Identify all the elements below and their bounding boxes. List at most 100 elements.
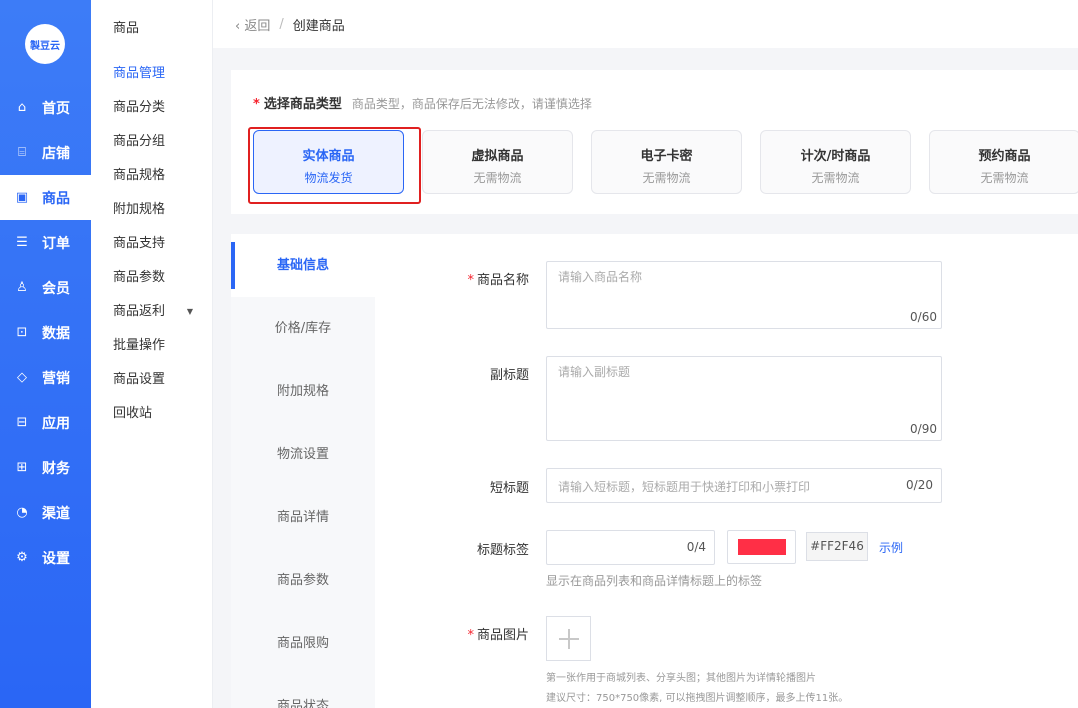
secondary-nav-label: 商品参数: [113, 270, 166, 285]
product-type-subtitle: 无需物流: [980, 171, 1029, 185]
primary-nav-label: 应用: [42, 415, 70, 432]
product-type-option[interactable]: 电子卡密 无需物流: [591, 130, 742, 194]
product-type-option[interactable]: 预约商品 无需物流: [929, 130, 1078, 194]
breadcrumb: ‹ 返回 / 创建商品: [213, 0, 1078, 48]
secondary-nav: 商品管理商品分类商品分组商品规格附加规格商品支持商品参数商品返利 ▼ 批量操作商品设…: [91, 57, 213, 431]
primary-nav-item[interactable]: ⌂ 首页: [0, 85, 91, 130]
primary-nav-item[interactable]: ⊞ 财务: [0, 445, 91, 490]
primary-nav-label: 渠道: [42, 505, 70, 522]
product-type-subtitle: 无需物流: [473, 171, 522, 185]
product-type-hint: 商品类型，商品保存后无法修改，请谨慎选择: [351, 97, 592, 111]
subtitle-input[interactable]: 请输入副标题 0/90: [546, 356, 942, 441]
form-tab[interactable]: 物流设置: [231, 423, 375, 486]
primary-nav-item[interactable]: ☰ 订单: [0, 220, 91, 265]
primary-nav-label: 财务: [42, 460, 70, 477]
short-title-counter: 0/20: [906, 478, 933, 492]
secondary-nav-item[interactable]: 商品规格: [91, 159, 213, 193]
form-tab[interactable]: 价格/库存: [231, 297, 375, 360]
secondary-nav-item[interactable]: 回收站: [91, 397, 213, 431]
back-link[interactable]: ‹ 返回: [235, 15, 270, 34]
primary-nav-label: 营销: [42, 370, 70, 387]
short-title-label: 短标题: [489, 481, 529, 496]
product-name-input[interactable]: 请输入商品名称 0/60: [546, 261, 942, 329]
primary-nav-item[interactable]: ◔ 渠道: [0, 490, 91, 535]
form-tab[interactable]: 商品限购: [231, 612, 375, 675]
secondary-nav-label: 商品规格: [113, 168, 166, 183]
tag-color-swatch: [738, 539, 786, 555]
subtitle-counter: 0/90: [910, 422, 937, 436]
product-type-label: 选择商品类型: [263, 97, 342, 112]
finance-icon: ⊞: [16, 460, 28, 475]
breadcrumb-current: 创建商品: [292, 18, 345, 34]
primary-nav-item[interactable]: ◇ 营销: [0, 355, 91, 400]
secondary-nav-item[interactable]: 商品支持: [91, 227, 213, 261]
primary-nav-item[interactable]: ▣ 商品: [0, 175, 91, 220]
product-name-counter: 0/60: [910, 310, 937, 324]
shop-icon: ⌸: [18, 145, 26, 160]
secondary-nav-label: 商品管理: [113, 66, 166, 81]
goods-icon: ▣: [15, 190, 29, 205]
breadcrumb-separator: /: [279, 16, 284, 32]
secondary-nav-label: 附加规格: [113, 202, 166, 217]
primary-nav-label: 商品: [42, 190, 70, 207]
secondary-nav-label: 商品分组: [113, 134, 166, 149]
tag-color-hex: #FF2F46: [806, 532, 868, 561]
required-mark: *: [253, 97, 260, 112]
order-icon: ☰: [16, 235, 28, 250]
brand-logo[interactable]: 製豆云: [25, 24, 65, 64]
home-icon: ⌂: [17, 100, 27, 115]
secondary-nav-label: 回收站: [113, 406, 153, 421]
form-tab[interactable]: 附加规格: [231, 360, 375, 423]
form-tab[interactable]: 商品详情: [231, 486, 375, 549]
primary-sidebar: 製豆云 ⌂ 首页 ⌸ 店铺 ▣ 商品 ☰ 订单 ♙ 会员 ⊡ 数据 ◇ 营销 ⊟ 应用 ⊞ 财务 ◔ 渠道 ⚙ 设置: [0, 0, 91, 708]
title-tag-input[interactable]: 0/4: [546, 530, 715, 565]
secondary-nav-label: 批量操作: [113, 338, 166, 353]
product-type-option[interactable]: 计次/时商品 无需物流: [760, 130, 911, 194]
product-image-label: * 商品图片: [467, 628, 529, 643]
secondary-nav-item[interactable]: 批量操作: [91, 329, 213, 363]
secondary-nav-item[interactable]: 附加规格: [91, 193, 213, 227]
secondary-nav-item[interactable]: 商品设置: [91, 363, 213, 397]
image-upload-button[interactable]: [546, 616, 591, 661]
form-tab[interactable]: 商品参数: [231, 549, 375, 612]
channel-icon: ◔: [16, 505, 28, 520]
product-type-option[interactable]: 虚拟商品 无需物流: [422, 130, 573, 194]
primary-nav-label: 数据: [42, 325, 70, 342]
tag-color-picker[interactable]: [727, 530, 796, 564]
chevron-left-icon: ‹: [235, 18, 245, 34]
product-type-subtitle: 无需物流: [811, 171, 860, 185]
primary-nav-item[interactable]: ⊟ 应用: [0, 400, 91, 445]
primary-nav-item[interactable]: ⊡ 数据: [0, 310, 91, 355]
subtitle-label: 副标题: [489, 368, 529, 383]
product-type-subtitle: 物流发货: [304, 171, 353, 185]
secondary-nav-item[interactable]: 商品管理: [91, 57, 213, 91]
secondary-nav-label: 商品设置: [113, 372, 166, 387]
secondary-nav-label: 商品分类: [113, 100, 166, 115]
image-hint-2: 建议尺寸：750*750像素, 可以拖拽图片调整顺序，最多上传11张。: [546, 693, 849, 704]
title-tag-counter: 0/4: [686, 540, 706, 554]
title-tag-hint: 显示在商品列表和商品详情标题上的标签: [546, 574, 763, 588]
primary-nav-item[interactable]: ⚙ 设置: [0, 535, 91, 580]
tag-icon: ◇: [17, 370, 27, 385]
product-type-title: 预约商品: [978, 149, 1031, 164]
primary-nav-item[interactable]: ⌸ 店铺: [0, 130, 91, 175]
product-type-title: 电子卡密: [640, 149, 693, 164]
caret-down-icon: ▼: [186, 307, 193, 316]
subtitle-placeholder: 请输入副标题: [558, 365, 631, 379]
example-link[interactable]: 示例: [879, 539, 903, 556]
primary-nav-label: 订单: [42, 235, 70, 252]
secondary-nav-item[interactable]: 商品参数: [91, 261, 213, 295]
short-title-input[interactable]: 请输入短标题，短标题用于快递打印和小票打印 0/20: [546, 468, 942, 503]
primary-nav-item[interactable]: ♙ 会员: [0, 265, 91, 310]
product-type-card: * 选择商品类型 商品类型，商品保存后无法修改，请谨慎选择 实体商品 物流发货 虚拟商品…: [231, 70, 1078, 214]
product-type-option[interactable]: 实体商品 物流发货: [253, 130, 404, 194]
form-tab[interactable]: 商品状态: [231, 675, 375, 708]
product-name-label: * 商品名称: [467, 273, 529, 288]
secondary-nav-item[interactable]: 商品分组: [91, 125, 213, 159]
secondary-nav-item[interactable]: 商品返利 ▼: [91, 295, 213, 329]
app-icon: ⊟: [16, 415, 28, 430]
form-tab[interactable]: 基础信息: [231, 234, 375, 297]
secondary-nav-item[interactable]: 商品分类: [91, 91, 213, 125]
secondary-nav-label: 商品支持: [113, 236, 166, 251]
primary-nav-label: 设置: [42, 550, 70, 567]
